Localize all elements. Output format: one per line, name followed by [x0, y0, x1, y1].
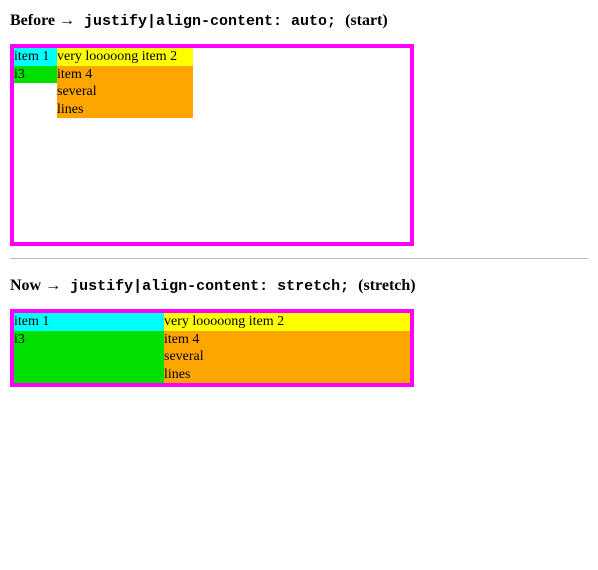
grid-cell-item3: i3 [14, 331, 164, 384]
arrow-icon: → [45, 277, 61, 294]
grid-cell-item2: very looooong item 2 [164, 313, 410, 331]
heading-before: Before → justify|align-content: auto; (s… [10, 12, 588, 30]
heading-before-code: justify|align-content: auto; [75, 13, 345, 30]
grid-row: item 1 very looooong item 2 [14, 48, 410, 66]
heading-now-suffix: (stretch) [358, 277, 415, 294]
heading-before-suffix: (start) [345, 12, 388, 29]
grid-cell-item4: item 4 several lines [57, 66, 193, 119]
grid-cell-item3: i3 [14, 66, 57, 84]
heading-now-prefix: Now [10, 277, 45, 294]
heading-now-code: justify|align-content: stretch; [61, 278, 358, 295]
divider [10, 258, 588, 259]
grid-before: item 1 very looooong item 2 i3 item 4 se… [10, 44, 414, 246]
heading-before-prefix: Before [10, 12, 59, 29]
grid-cell-item4: item 4 several lines [164, 331, 410, 384]
grid-cell-item1: item 1 [14, 313, 164, 331]
heading-now: Now → justify|align-content: stretch; (s… [10, 277, 588, 295]
grid-cell-item2: very looooong item 2 [57, 48, 193, 66]
grid-row: item 1 very looooong item 2 [14, 313, 410, 331]
grid-row: i3 item 4 several lines [14, 66, 410, 119]
grid-row: i3 item 4 several lines [14, 331, 410, 384]
grid-now: item 1 very looooong item 2 i3 item 4 se… [10, 309, 414, 387]
grid-cell-item1: item 1 [14, 48, 57, 66]
arrow-icon: → [59, 12, 75, 29]
